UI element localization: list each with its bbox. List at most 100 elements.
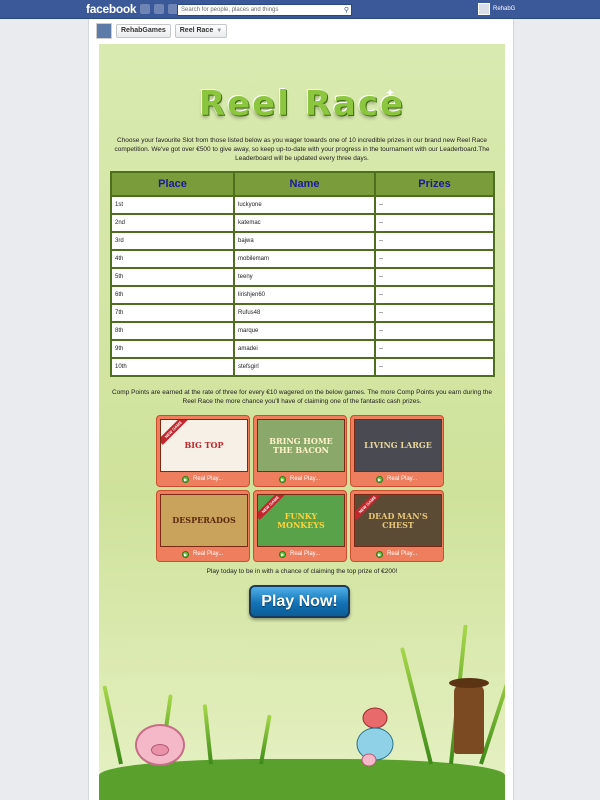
facebook-logo[interactable]: facebook <box>86 2 137 16</box>
game-tile[interactable]: FUNKY MONKEYS NEW GAME ▶ Real Play... <box>253 490 347 562</box>
game-thumbnail[interactable]: LIVING LARGE <box>354 419 442 472</box>
game-title: FUNKY MONKEYS <box>277 510 325 530</box>
play-now-button[interactable]: Play Now! <box>249 585 350 618</box>
name-cell: lirishjen60 <box>233 285 376 305</box>
name-cell: mobilemam <box>233 249 376 269</box>
real-play-label: Real Play... <box>290 551 321 557</box>
top-prize-text: Play today to be in with a chance of cla… <box>206 568 398 575</box>
prize-cell: -- <box>374 321 495 341</box>
game-title: LIVING LARGE <box>364 440 432 450</box>
play-icon: ▶ <box>279 550 286 558</box>
game-thumbnail[interactable]: DEAD MAN'S CHEST NEW GAME <box>354 494 442 547</box>
game-title: DEAD MAN'S CHEST <box>368 510 428 530</box>
facebook-top-bar: facebook Search for people, places and t… <box>0 0 600 19</box>
page-avatar[interactable] <box>96 23 112 39</box>
name-cell: marque <box>233 321 376 341</box>
game-thumbnail[interactable]: FUNKY MONKEYS NEW GAME <box>257 494 345 547</box>
table-row: 4th mobilemam -- <box>110 249 495 269</box>
table-row: 1st luckyone -- <box>110 195 495 215</box>
game-thumbnail[interactable]: BRING HOME THE BACON <box>257 419 345 472</box>
chevron-down-icon: ▼ <box>216 28 223 34</box>
avatar <box>478 3 490 15</box>
prize-cell: -- <box>374 339 495 359</box>
header-place: Place <box>110 171 235 197</box>
breadcrumb: RehabGames Reel Race ▼ <box>96 23 228 39</box>
prize-cell: -- <box>374 285 495 305</box>
pig-character-icon <box>135 724 185 766</box>
name-cell: teeny <box>233 267 376 287</box>
search-icon[interactable]: ⚲ <box>344 6 349 16</box>
friend-requests-icon[interactable] <box>140 4 150 14</box>
header-name: Name <box>233 171 376 197</box>
page-shell: RehabGames Reel Race ▼ ✦ Reel Race Choos… <box>88 19 514 800</box>
real-play-label: Real Play... <box>387 551 418 557</box>
table-row: 8th marque -- <box>110 321 495 341</box>
games-grid: BIG TOP NEW GAME ▶ Real Play... BRING HOME T… <box>156 415 446 562</box>
place-cell: 2nd <box>110 213 235 233</box>
monkey-character-icon <box>356 707 394 767</box>
leaderboard-table: Place Name Prizes 1st luckyone -- 2nd katem… <box>110 171 495 377</box>
play-icon: ▶ <box>182 475 189 483</box>
real-play-label: Real Play... <box>387 476 418 482</box>
play-icon: ▶ <box>182 550 189 558</box>
user-profile-link[interactable]: RehabG <box>478 3 515 15</box>
reel-race-logo: Reel Race <box>198 84 406 124</box>
messages-icon[interactable] <box>154 4 164 14</box>
real-play-link[interactable]: ▶ Real Play... <box>354 472 440 486</box>
cowboy-character-icon <box>449 678 489 754</box>
intro-text: Choose your favourite Slot from those li… <box>114 137 490 162</box>
place-cell: 6th <box>110 285 235 305</box>
game-tile[interactable]: BIG TOP NEW GAME ▶ Real Play... <box>156 415 250 487</box>
place-cell: 1st <box>110 195 235 215</box>
table-row: 9th amadei -- <box>110 339 495 359</box>
comp-points-text: Comp Points are earned at the rate of th… <box>112 389 492 405</box>
table-row: 7th Rufus48 -- <box>110 303 495 323</box>
real-play-link[interactable]: ▶ Real Play... <box>257 472 343 486</box>
prize-cell: -- <box>374 249 495 269</box>
play-icon: ▶ <box>376 475 383 483</box>
play-icon: ▶ <box>279 475 286 483</box>
real-play-label: Real Play... <box>193 476 224 482</box>
pig-snout <box>151 744 169 756</box>
game-thumbnail[interactable]: DESPERADOS <box>160 494 248 547</box>
name-cell: amadei <box>233 339 376 359</box>
real-play-link[interactable]: ▶ Real Play... <box>257 547 343 561</box>
game-title: DESPERADOS <box>172 515 236 525</box>
game-tile[interactable]: DEAD MAN'S CHEST NEW GAME ▶ Real Play... <box>350 490 444 562</box>
prize-cell: -- <box>374 267 495 287</box>
prize-cell: -- <box>374 231 495 251</box>
tab-dropdown-label: Reel Race <box>179 27 214 34</box>
name-cell: bajwa <box>233 231 376 251</box>
place-cell: 10th <box>110 357 235 377</box>
prize-cell: -- <box>374 213 495 233</box>
game-tile[interactable]: LIVING LARGE ▶ Real Play... <box>350 415 444 487</box>
name-cell: luckyone <box>233 195 376 215</box>
real-play-link[interactable]: ▶ Real Play... <box>160 472 246 486</box>
real-play-link[interactable]: ▶ Real Play... <box>160 547 246 561</box>
game-tile[interactable]: BRING HOME THE BACON ▶ Real Play... <box>253 415 347 487</box>
tab-dropdown[interactable]: Reel Race ▼ <box>174 24 228 38</box>
search-input[interactable]: Search for people, places and things ⚲ <box>177 4 352 16</box>
game-thumbnail[interactable]: BIG TOP NEW GAME <box>160 419 248 472</box>
real-play-label: Real Play... <box>290 476 321 482</box>
table-row: 10th stefsgirl -- <box>110 357 495 377</box>
table-row: 2nd katemac -- <box>110 213 495 233</box>
name-cell: Rufus48 <box>233 303 376 323</box>
place-cell: 7th <box>110 303 235 323</box>
page-name-button[interactable]: RehabGames <box>116 24 171 38</box>
header-prizes: Prizes <box>374 171 495 197</box>
table-row: 6th lirishjen60 -- <box>110 285 495 305</box>
prize-cell: -- <box>374 195 495 215</box>
play-icon: ▶ <box>376 550 383 558</box>
leaderboard-header-row: Place Name Prizes <box>110 171 495 197</box>
user-name: RehabG <box>493 6 516 12</box>
place-cell: 9th <box>110 339 235 359</box>
notification-icons <box>140 4 178 14</box>
game-tile[interactable]: DESPERADOS ▶ Real Play... <box>156 490 250 562</box>
game-title: BRING HOME THE BACON <box>269 435 333 455</box>
page-name-label: RehabGames <box>121 27 166 34</box>
search-placeholder: Search for people, places and things <box>181 7 279 13</box>
place-cell: 5th <box>110 267 235 287</box>
cowboy-hat <box>449 678 489 688</box>
real-play-link[interactable]: ▶ Real Play... <box>354 547 440 561</box>
